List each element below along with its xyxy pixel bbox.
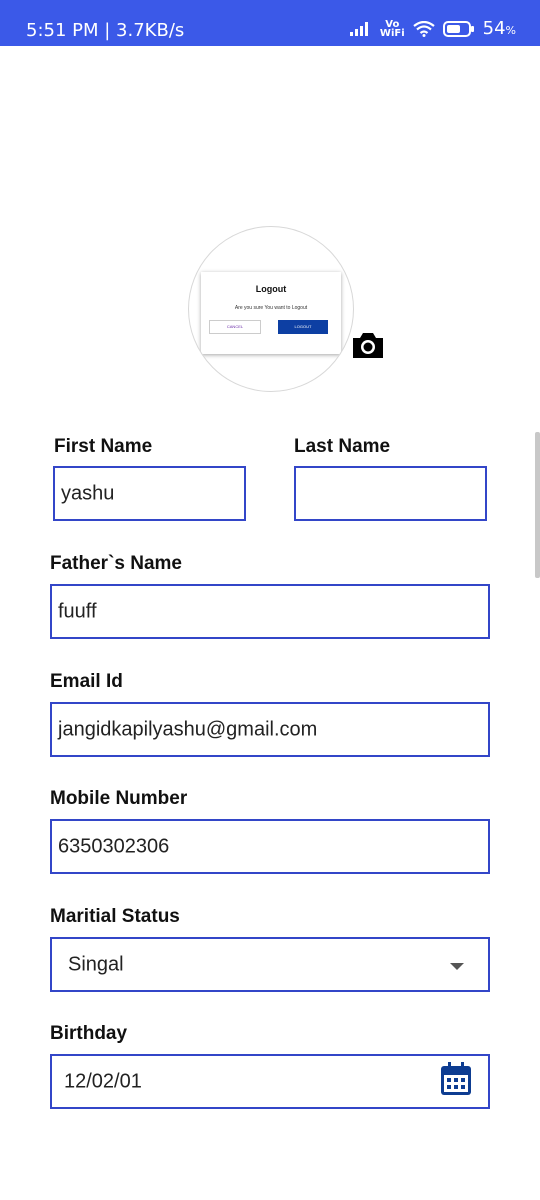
dialog-title: Logout	[255, 284, 287, 294]
father-name-label: Father`s Name	[50, 553, 182, 574]
wifi-icon	[412, 20, 435, 37]
dialog-message: Are you sure You want to Logout	[234, 305, 308, 311]
mobile-field[interactable]: 6350302306	[50, 819, 490, 874]
dropdown-arrow-icon[interactable]	[450, 963, 464, 970]
signal-icon	[349, 21, 368, 36]
birthday-value: 12/02/01	[64, 1070, 142, 1092]
last-name-field[interactable]	[294, 466, 487, 521]
father-name-value: fuuff	[58, 600, 97, 622]
first-name-value: yashu	[61, 482, 115, 504]
scrollbar[interactable]	[535, 432, 540, 578]
email-field[interactable]: jangidkapilyashu@gmail.com	[50, 702, 490, 757]
status-bar: 5:51 PM | 3.7KB/s Vo WiFi 54%	[0, 0, 540, 46]
dialog-cancel-button: CANCEL	[209, 320, 261, 334]
dialog-logout-button: LOGOUT	[278, 320, 328, 334]
vowifi-wifi: WiFi	[379, 27, 405, 39]
email-label: Email Id	[50, 671, 123, 692]
last-name-label: Last Name	[294, 436, 391, 457]
marital-status-select[interactable]: Singal	[50, 937, 490, 992]
mobile-value: 6350302306	[58, 835, 170, 857]
camera-icon[interactable]	[351, 330, 385, 360]
status-time-speed: 5:51 PM | 3.7KB/s	[26, 20, 185, 41]
email-value: jangidkapilyashu@gmail.com	[58, 718, 318, 740]
profile-avatar[interactable]: Logout Are you sure You want to Logout C…	[188, 226, 354, 392]
birthday-field[interactable]: 12/02/01	[50, 1054, 490, 1109]
marital-status-value: Singal	[68, 953, 124, 975]
battery-unit: %	[505, 24, 516, 37]
first-name-field[interactable]: yashu	[53, 466, 246, 521]
mobile-label: Mobile Number	[50, 788, 188, 809]
calendar-icon[interactable]	[440, 1062, 472, 1096]
marital-status-label: Maritial Status	[50, 906, 180, 927]
vowifi-icon: Vo WiFi	[379, 19, 405, 39]
first-name-label: First Name	[54, 436, 153, 457]
father-name-field[interactable]: fuuff	[50, 584, 490, 639]
birthday-label: Birthday	[50, 1023, 128, 1044]
avatar-logout-dialog-image: Logout Are you sure You want to Logout C…	[201, 272, 341, 354]
battery-percent: 54%	[483, 18, 516, 39]
battery-value: 54	[482, 18, 506, 39]
status-icons: Vo WiFi 54%	[349, 18, 516, 39]
battery-icon	[442, 20, 474, 37]
next-section-cutoff	[46, 1138, 156, 1146]
